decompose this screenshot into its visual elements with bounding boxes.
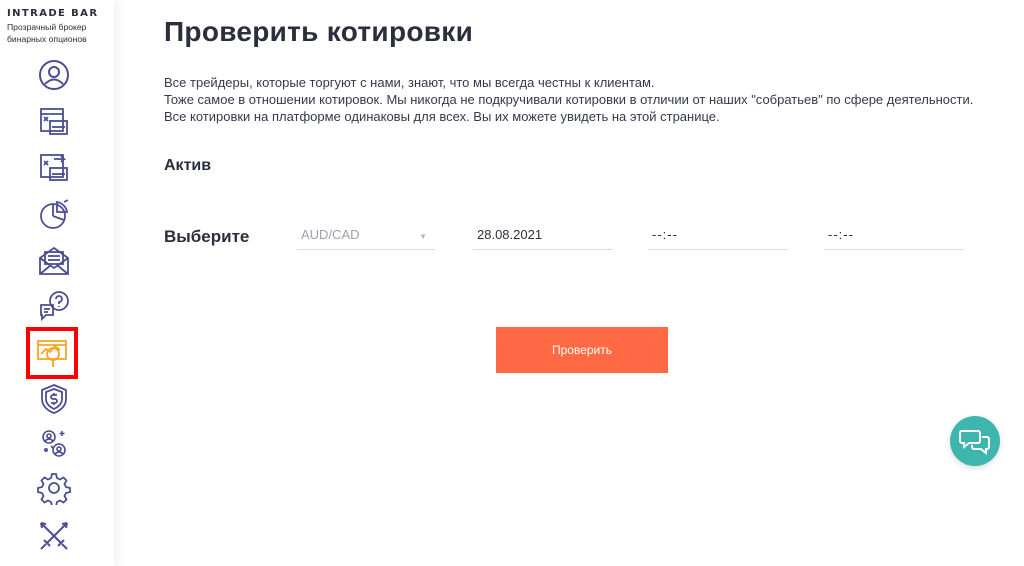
pie-chart-icon	[40, 199, 69, 229]
asset-select-value: AUD/CAD	[301, 227, 360, 242]
logo-title: INTRADE BAR	[7, 8, 99, 19]
logo-subtitle-line2: бинарных опционов	[7, 34, 87, 44]
sidebar-item-mail[interactable]	[34, 243, 74, 279]
sidebar-item-profile[interactable]	[34, 57, 74, 93]
deposit-icon	[40, 108, 68, 135]
select-label: Выберите	[164, 227, 250, 246]
description-line-1: Все трейдеры, которые торгуют с нами, зн…	[164, 75, 655, 90]
crossed-swords-icon	[40, 522, 68, 550]
dropdown-arrow-icon: ▼	[419, 232, 427, 241]
user-circle-icon	[39, 60, 69, 90]
check-quotes-icon	[37, 340, 67, 367]
sidebar-item-insurance[interactable]	[34, 381, 74, 417]
sidebar-item-statistics[interactable]	[34, 197, 74, 233]
logo-subtitle-line1: Прозрачный брокер	[7, 22, 87, 32]
page-description: Все трейдеры, которые торгуют с нами, зн…	[164, 74, 994, 125]
sidebar-item-referral[interactable]	[34, 425, 74, 461]
sidebar-item-faq[interactable]	[34, 288, 74, 324]
settings-gear-icon	[37, 473, 71, 505]
asset-section-label: Актив	[164, 157, 212, 174]
sidebar-item-deposit[interactable]	[34, 104, 74, 140]
page-title: Проверить котировки	[164, 16, 474, 47]
description-line-2: Тоже самое в отношении котировок. Мы ник…	[164, 92, 974, 124]
time-from-input[interactable]: --:--	[648, 220, 788, 250]
asset-select[interactable]: AUD/CAD ▼	[297, 220, 435, 250]
logo[interactable]: INTRADE BAR Прозрачный брокер бинарных о…	[7, 8, 111, 44]
mail-icon	[39, 246, 69, 275]
time-to-input[interactable]: --:--	[824, 220, 964, 250]
time-to-value: --:--	[828, 227, 854, 242]
sidebar-item-withdraw[interactable]	[34, 150, 74, 186]
sidebar-item-check-quotes[interactable]	[26, 327, 78, 379]
sidebar: INTRADE BAR Прозрачный брокер бинарных о…	[0, 0, 114, 566]
shield-dollar-icon	[41, 384, 67, 414]
sidebar-item-settings[interactable]	[34, 470, 74, 506]
chat-bubbles-icon	[959, 430, 990, 455]
chat-button[interactable]	[950, 416, 1000, 466]
faq-chat-icon	[40, 291, 69, 322]
date-input[interactable]: 28.08.2021	[473, 220, 613, 250]
time-from-value: --:--	[652, 227, 678, 242]
referral-icon	[42, 430, 66, 457]
check-quotes-button[interactable]: Проверить	[496, 327, 668, 373]
sidebar-item-tournaments[interactable]	[34, 518, 74, 554]
date-input-value: 28.08.2021	[477, 227, 543, 242]
withdraw-icon	[40, 154, 68, 181]
